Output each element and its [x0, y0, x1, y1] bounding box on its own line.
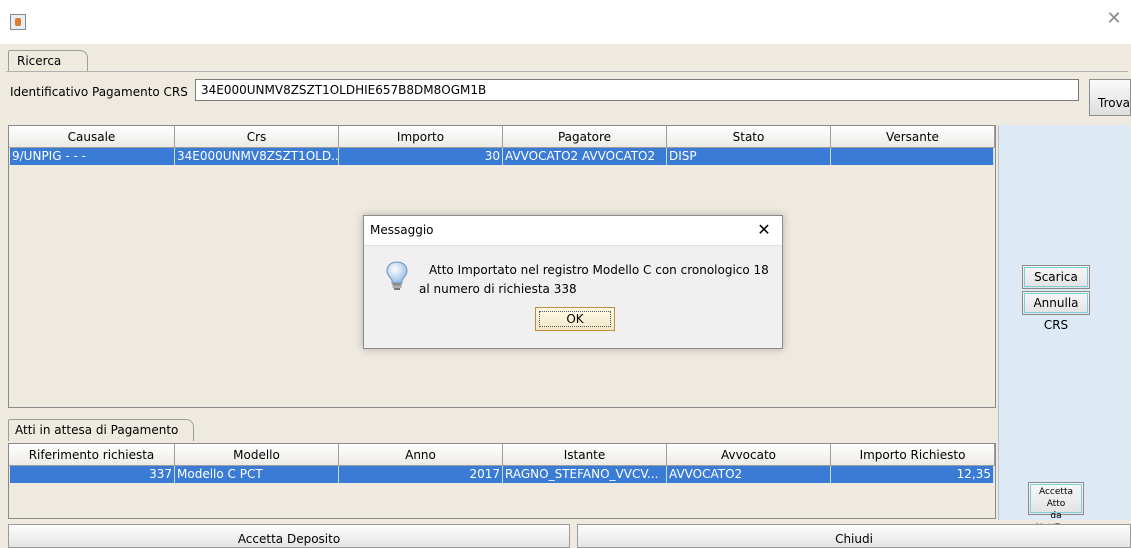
accetta-deposito-button[interactable]: Accetta Deposito [8, 524, 570, 548]
col-versante[interactable]: Versante [831, 126, 995, 148]
chiudi-button[interactable]: Chiudi [577, 524, 1131, 548]
side-panel: Scarica CRS Annulla CRS Accetta Atto da … [998, 125, 1130, 533]
col-importo[interactable]: Importo [339, 126, 503, 148]
cell-causale: 9/UNPIG - - - [10, 148, 175, 165]
col-modello[interactable]: Modello [175, 444, 339, 466]
cell-importo-richiesto: 12,35 [831, 466, 994, 483]
accetta-atto-line1: Accetta Atto [1038, 487, 1073, 509]
dialog-close-icon[interactable]: ✕ [754, 220, 774, 240]
cell-istante: RAGNO_STEFANO_VVCV... [503, 466, 667, 483]
col-crs[interactable]: Crs [175, 126, 339, 148]
tab-ricerca[interactable]: Ricerca [8, 50, 88, 72]
accetta-atto-button[interactable]: Accetta Atto da Not/Eseg [1028, 482, 1084, 533]
cell-modello: Modello C PCT [175, 466, 339, 483]
col-avvocato[interactable]: Avvocato [667, 444, 831, 466]
window-titlebar: ✕ [0, 0, 1131, 44]
atti-table-header: Riferimento richiesta Modello Anno Istan… [9, 444, 995, 466]
dialog-message-line1: Atto Importato nel registro Modello C co… [429, 263, 769, 277]
col-anno[interactable]: Anno [339, 444, 503, 466]
cell-stato: DISP [667, 148, 831, 165]
annulla-crs-button[interactable]: Annulla CRS [1022, 291, 1090, 332]
crs-table-header: Causale Crs Importo Pagatore Stato Versa… [9, 126, 995, 148]
scarica-crs-button[interactable]: Scarica CRS [1022, 265, 1090, 306]
col-causale[interactable]: Causale [9, 126, 175, 148]
col-pagatore[interactable]: Pagatore [503, 126, 667, 148]
cell-crs: 34E000UNMV8ZSZT1OLD... [177, 148, 339, 165]
cell-pagatore: AVVOCATO2 AVVOCATO2 [503, 148, 667, 165]
identificativo-label: Identificativo Pagamento CRS [10, 85, 188, 99]
cell-anno: 2017 [339, 466, 503, 483]
lightbulb-icon [386, 261, 408, 290]
col-riferimento[interactable]: Riferimento richiesta [9, 444, 175, 466]
tab-divider [6, 71, 1128, 72]
col-istante[interactable]: Istante [503, 444, 667, 466]
tab-ricerca-label: Ricerca [17, 54, 62, 68]
identificativo-input[interactable] [195, 79, 1079, 101]
java-icon [10, 14, 26, 30]
close-icon[interactable]: ✕ [1103, 8, 1125, 30]
table-row[interactable]: 337 Modello C PCT 2017 RAGNO_STEFANO_VVC… [10, 466, 994, 483]
cell-riferimento: 337 [10, 466, 175, 483]
dialog-titlebar: Messaggio ✕ [364, 216, 782, 246]
tab-atti[interactable]: Atti in attesa di Pagamento [8, 419, 194, 441]
ok-button[interactable]: OK [535, 307, 615, 331]
col-stato[interactable]: Stato [667, 126, 831, 148]
cell-importo: 30 [339, 148, 503, 165]
cell-avvocato: AVVOCATO2 [667, 466, 831, 483]
col-importo-richiesto[interactable]: Importo Richiesto [831, 444, 995, 466]
table-row[interactable]: 9/UNPIG - - - 34E000UNMV8ZSZT1OLD... 30 … [10, 148, 994, 165]
dialog-message-line2: al numero di richiesta 338 [419, 282, 577, 296]
tab-atti-label: Atti in attesa di Pagamento [15, 423, 179, 437]
dialog-title: Messaggio [370, 223, 434, 237]
message-dialog: Messaggio ✕ Atto Importato nel registro … [363, 215, 783, 349]
trova-button[interactable]: Trova [1089, 79, 1131, 116]
atti-table: Riferimento richiesta Modello Anno Istan… [8, 443, 996, 519]
cell-versante [831, 148, 994, 165]
